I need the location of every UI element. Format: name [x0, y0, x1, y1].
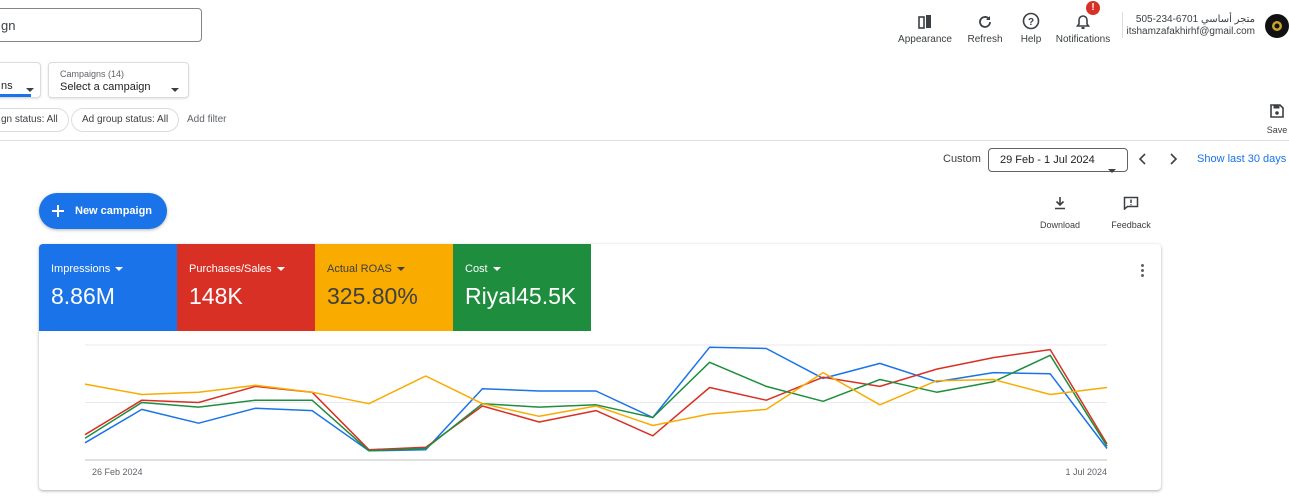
view-selector-value: ns	[1, 80, 13, 92]
download-icon	[1055, 197, 1065, 210]
save-icon	[1262, 104, 1289, 123]
metric-impressions[interactable]: Impressions 8.86M	[39, 244, 177, 331]
metric-label: Purchases/Sales	[189, 263, 272, 275]
new-campaign-button[interactable]: New campaign	[39, 193, 167, 229]
series-line-4	[84, 371, 1108, 427]
chevron-down-icon	[171, 79, 179, 97]
appearance-label: Appearance	[898, 34, 952, 45]
metric-purchases-sales[interactable]: Purchases/Sales 148K	[177, 244, 315, 331]
new-campaign-label: New campaign	[75, 205, 153, 217]
save-label: Save	[1266, 125, 1288, 135]
view-selector[interactable]: ns	[0, 62, 41, 98]
help-button[interactable]: ? Help	[1001, 8, 1061, 45]
campaign-selector[interactable]: Campaigns (14) Select a campaign	[48, 62, 189, 98]
metric-value: 8.86M	[51, 283, 115, 309]
custom-label: Custom	[943, 153, 981, 165]
plus-icon	[52, 205, 64, 217]
metric-value: 148K	[189, 283, 243, 309]
performance-chart: 26 Feb 2024 1 Jul 2024	[84, 344, 1108, 477]
campaign-selector-value: Select a campaign	[60, 81, 151, 93]
x-axis-end-label: 1 Jul 2024	[1065, 467, 1107, 477]
chevron-down-icon	[1108, 159, 1116, 181]
chevron-down-icon	[276, 267, 285, 271]
chevron-right-icon	[1170, 153, 1178, 165]
help-icon: ?	[1001, 8, 1061, 30]
add-filter-button[interactable]: Add filter	[187, 114, 226, 125]
svg-text:?: ?	[1028, 17, 1034, 28]
save-button[interactable]: Save	[1262, 104, 1289, 135]
metric-cost[interactable]: Cost Riyal45.5K	[453, 244, 591, 331]
chevron-down-icon	[492, 267, 501, 271]
more-options-icon[interactable]	[1141, 264, 1145, 279]
series-line-3	[84, 354, 1108, 452]
metric-value: Riyal45.5K	[465, 283, 577, 309]
metric-value: 325.80%	[327, 283, 418, 309]
download-label: Download	[1039, 220, 1081, 230]
series-line-1	[84, 346, 1108, 452]
header-divider	[1122, 12, 1123, 38]
download-button[interactable]: Download	[1036, 196, 1084, 230]
feedback-icon	[1123, 196, 1139, 211]
toolbar-divider	[0, 140, 1289, 141]
search-input[interactable]: gn	[0, 8, 202, 42]
account-info[interactable]: 505-234-6701 متجر أساسي itshamzafakhirhf…	[1126, 14, 1255, 38]
bell-icon: !	[1053, 1, 1113, 30]
metric-actual-roas[interactable]: Actual ROAS 325.80%	[315, 244, 453, 331]
metric-label: Cost	[465, 263, 488, 275]
notification-badge: !	[1086, 1, 1100, 15]
metric-label: Actual ROAS	[327, 263, 392, 275]
account-name: 505-234-6701 متجر أساسي	[1135, 14, 1255, 25]
appearance-icon	[895, 8, 955, 30]
series-line-2	[84, 348, 1108, 451]
notifications-label: Notifications	[1055, 34, 1111, 45]
date-range-value: 29 Feb - 1 Jul 2024	[1000, 154, 1095, 166]
performance-card: Impressions 8.86M Purchases/Sales 148K A…	[39, 244, 1161, 490]
metric-label: Impressions	[51, 263, 111, 275]
selected-indicator	[0, 94, 31, 97]
campaign-selector-label: Campaigns (14)	[60, 69, 125, 79]
campaign-status-filter[interactable]: gn status: All	[0, 108, 69, 132]
chevron-down-icon	[396, 267, 405, 271]
feedback-button[interactable]: Feedback	[1107, 196, 1155, 230]
next-period-button[interactable]	[1166, 152, 1180, 171]
chevron-left-icon	[1138, 153, 1146, 165]
x-axis-start-label: 26 Feb 2024	[92, 467, 143, 477]
date-range-picker[interactable]: 29 Feb - 1 Jul 2024	[988, 148, 1128, 173]
account-email: itshamzafakhirhf@gmail.com	[1126, 26, 1255, 37]
appearance-button[interactable]: Appearance	[895, 8, 955, 45]
notifications-button[interactable]: ! Notifications	[1053, 1, 1113, 45]
help-label: Help	[1020, 34, 1042, 45]
feedback-label: Feedback	[1111, 220, 1151, 230]
ad-group-status-filter[interactable]: Ad group status: All	[71, 108, 180, 132]
avatar[interactable]	[1265, 14, 1289, 38]
show-last-30-days-link[interactable]: Show last 30 days	[1197, 153, 1286, 165]
chevron-down-icon	[115, 267, 124, 271]
previous-period-button[interactable]	[1136, 152, 1150, 171]
